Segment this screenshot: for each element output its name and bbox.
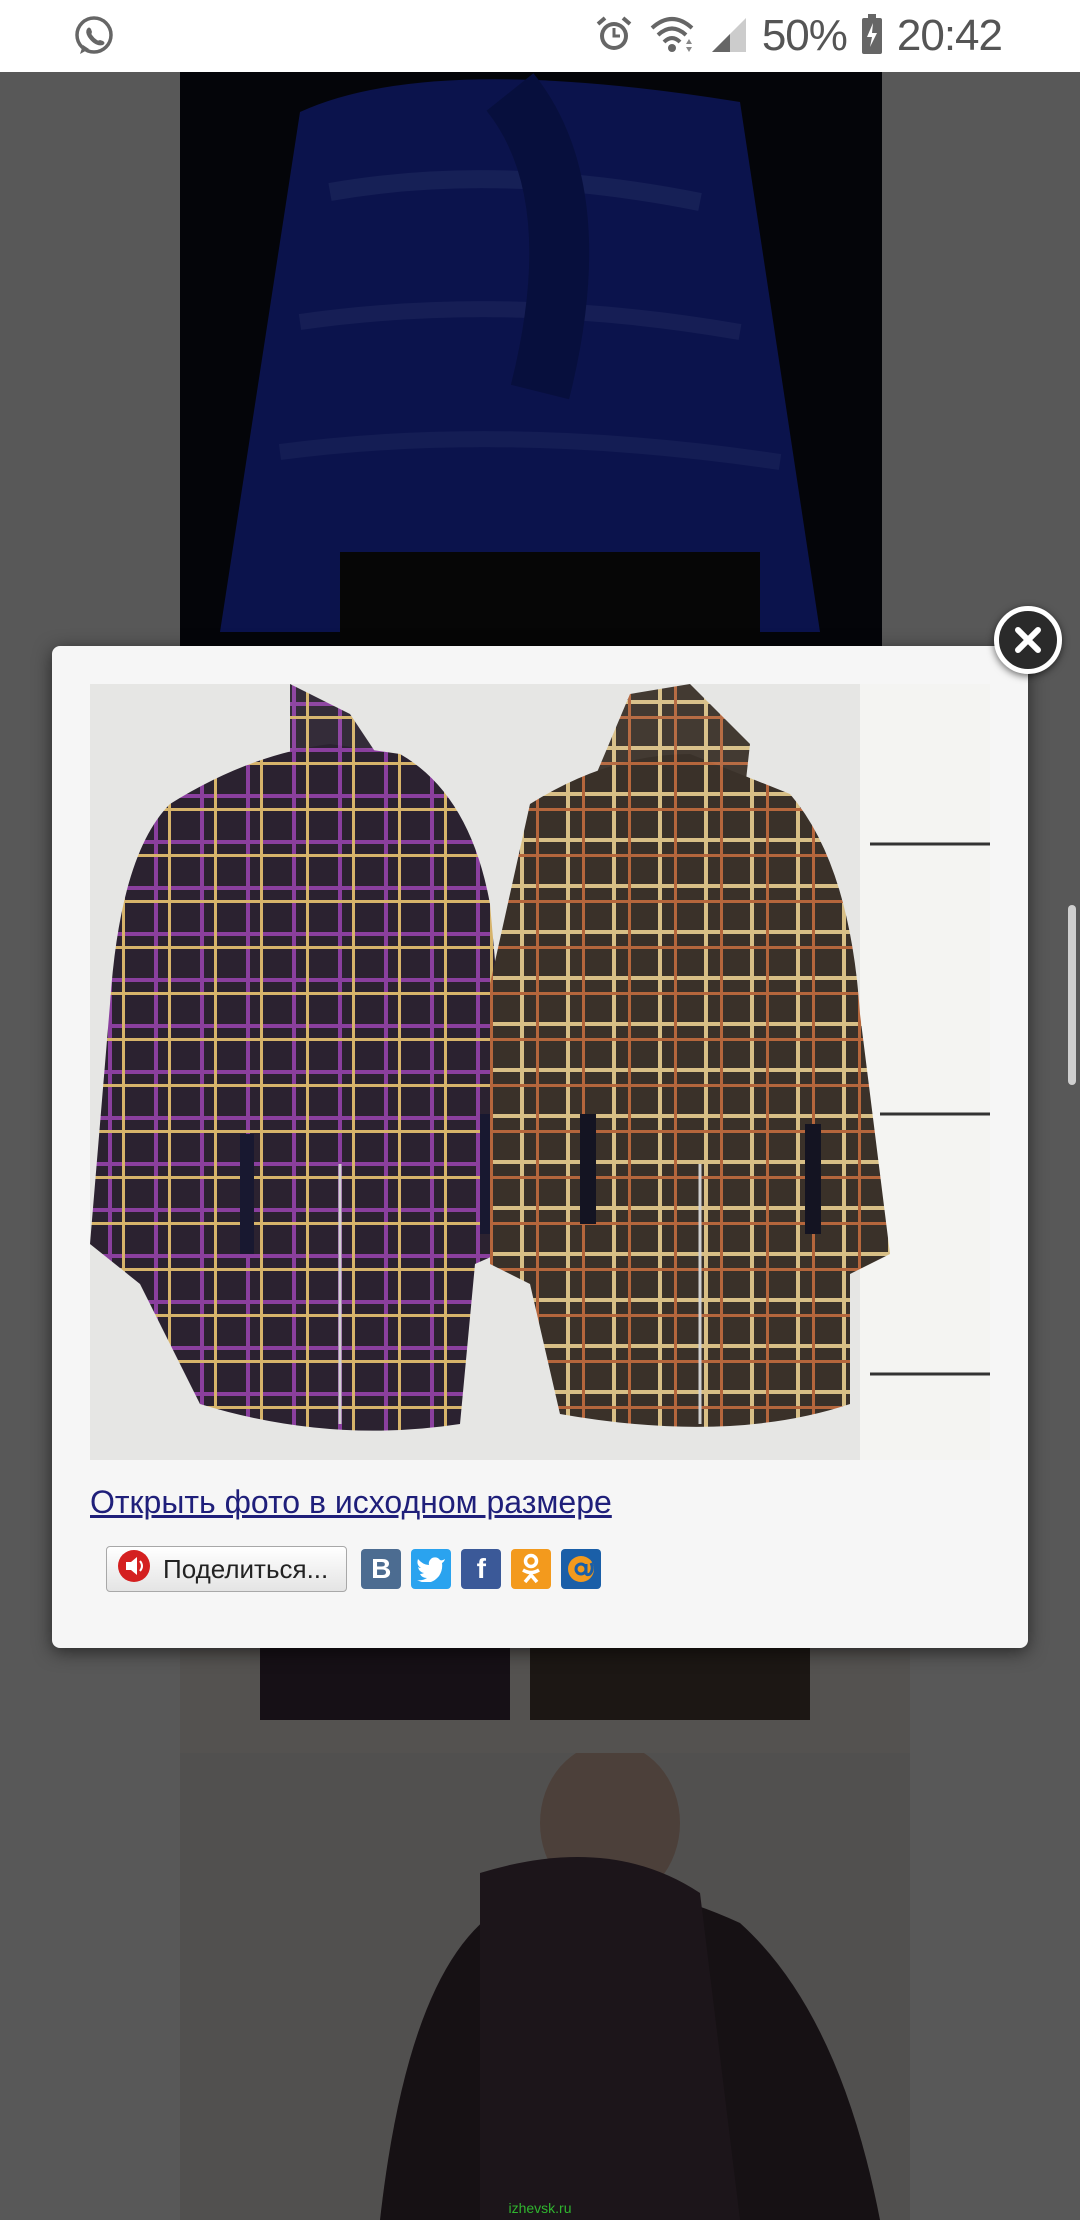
battery-icon	[861, 13, 883, 60]
signal-icon	[710, 14, 748, 59]
open-original-size-link[interactable]: Открыть фото в исходном размере	[90, 1484, 612, 1521]
share-row: Поделиться... В f	[106, 1546, 602, 1592]
vk-icon[interactable]: В	[361, 1549, 402, 1589]
battery-percent: 50%	[761, 11, 848, 60]
mailru-icon[interactable]	[561, 1549, 602, 1589]
clock: 20:42	[896, 11, 1003, 60]
footer-site-label: izhevsk.ru	[508, 2200, 572, 2216]
wifi-icon	[648, 14, 696, 59]
share-button-label: Поделиться...	[163, 1553, 329, 1584]
plaid-coats-photo[interactable]	[90, 684, 990, 1460]
share-button[interactable]: Поделиться...	[106, 1546, 348, 1592]
scrollbar[interactable]	[1068, 905, 1076, 1085]
whatsapp-icon	[72, 14, 116, 63]
close-icon	[1015, 627, 1041, 653]
close-button[interactable]	[994, 606, 1062, 674]
share-speaker-icon	[117, 1549, 151, 1590]
odnoklassniki-icon[interactable]	[511, 1549, 552, 1589]
alarm-icon	[594, 14, 634, 59]
status-bar: 50% 20:42	[0, 0, 1080, 72]
photo-lightbox: Открыть фото в исходном размере Поделить…	[52, 646, 1028, 1648]
twitter-icon[interactable]	[411, 1549, 452, 1589]
facebook-icon[interactable]: f	[461, 1549, 502, 1589]
